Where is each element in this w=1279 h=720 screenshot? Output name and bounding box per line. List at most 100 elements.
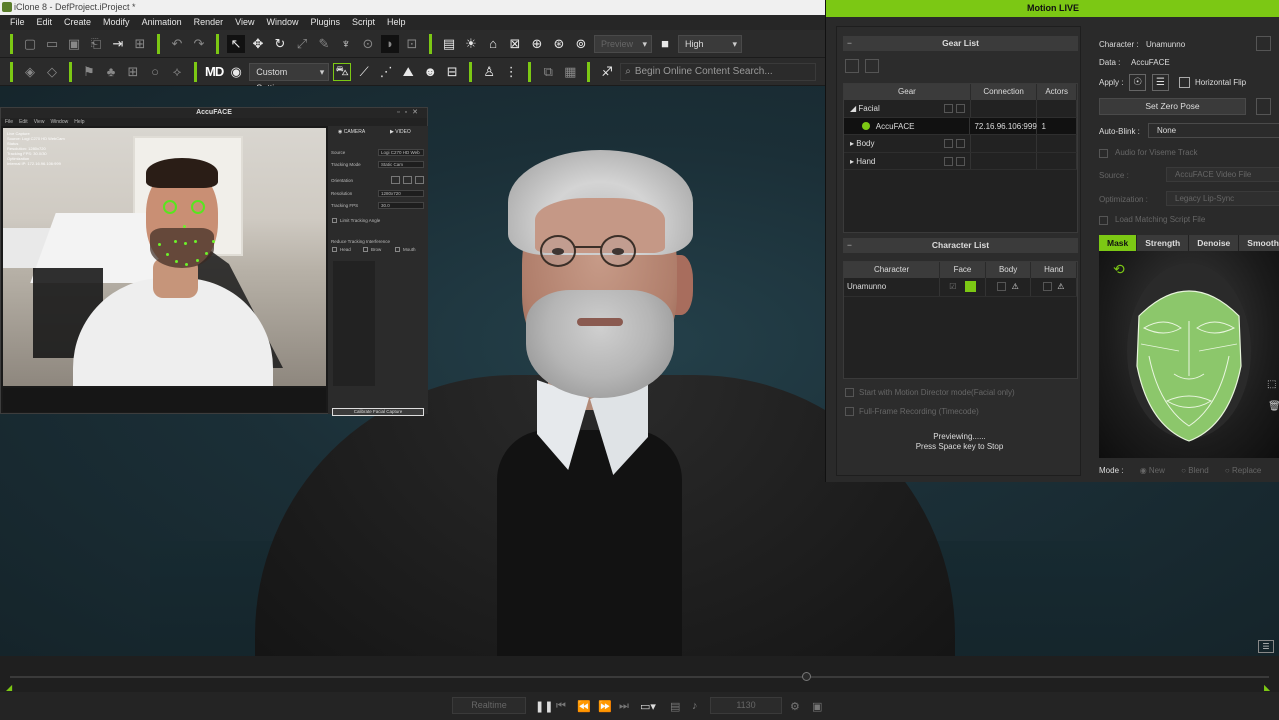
horizontal-flip-checkbox[interactable]: [1179, 77, 1190, 88]
zero-pose-preview-icon[interactable]: [1256, 98, 1271, 115]
light-icon[interactable]: ☀: [462, 35, 480, 53]
auto-blink-select[interactable]: None: [1148, 123, 1279, 138]
resolution-select[interactable]: 1280x720: [378, 190, 424, 197]
menu-edit[interactable]: Edit: [31, 15, 59, 30]
rotate-icon[interactable]: ↻: [271, 35, 289, 53]
apply-list-icon[interactable]: ☰: [1152, 74, 1169, 91]
frame-selected-icon[interactable]: ⊕: [528, 35, 546, 53]
fullscreen-icon[interactable]: ▣: [812, 700, 822, 713]
select-region-icon[interactable]: ⬚: [1267, 379, 1276, 390]
paint-icon[interactable]: ✎: [315, 35, 333, 53]
menu-help[interactable]: Help: [381, 15, 412, 30]
people-icon[interactable]: ☻: [421, 63, 439, 81]
accuface-menu-view[interactable]: View: [34, 118, 45, 126]
accuface-menu-window[interactable]: Window: [50, 118, 68, 126]
limit-angle-checkbox[interactable]: [332, 218, 337, 223]
settings-gear-icon[interactable]: ⚙: [790, 700, 800, 713]
add-device-icon[interactable]: [943, 139, 953, 149]
accuface-menu-edit[interactable]: Edit: [19, 118, 28, 126]
actor-icon[interactable]: ♙: [480, 63, 498, 81]
content-search-input[interactable]: ⌕ Begin Online Content Search...: [620, 62, 817, 81]
face-gear-assigned-icon[interactable]: [964, 281, 976, 293]
pause-icon[interactable]: ❚❚: [535, 700, 553, 713]
bone-icon[interactable]: ⟋: [355, 63, 373, 81]
motion-director-logo-icon[interactable]: MD: [205, 64, 224, 79]
orientation-flip-icon[interactable]: [415, 176, 424, 184]
face-mask-preview[interactable]: ⟲ ⬚ 🗑: [1099, 251, 1279, 458]
merge-icon[interactable]: ⊞: [131, 35, 149, 53]
orientation-rotate-right-icon[interactable]: [403, 176, 412, 184]
realtime-button[interactable]: Realtime: [452, 697, 526, 714]
accuface-window[interactable]: AccuFACE ▫▫✕ File Edit View Window Help …: [0, 107, 428, 416]
remove-device-icon[interactable]: [955, 139, 965, 149]
mode-new-radio[interactable]: ◉ New: [1140, 466, 1165, 475]
audio-note-icon[interactable]: ♪: [692, 700, 698, 712]
menu-file[interactable]: File: [4, 15, 31, 30]
terrain-icon[interactable]: ⛰: [399, 63, 417, 81]
fast-forward-icon[interactable]: ⏩: [598, 700, 612, 713]
character-row-unamunno[interactable]: Unamunno ☑ ⚠ ⚠: [844, 278, 1078, 297]
select-arrow-icon[interactable]: ↖: [227, 34, 245, 53]
gear-row-accuface[interactable]: AccuFACE 72.16.96.106:999 1: [844, 117, 1077, 135]
preview-dropdown[interactable]: Preview: [594, 34, 652, 53]
attach-icon[interactable]: ⊙: [359, 35, 377, 53]
camera-orbit-icon[interactable]: ⊛: [550, 35, 568, 53]
brow-checkbox[interactable]: [363, 247, 368, 252]
crowd-icon[interactable]: ♣: [102, 63, 120, 81]
loop-mode-icon[interactable]: ▭▾: [640, 700, 656, 713]
frame-number-field[interactable]: 1130: [710, 697, 782, 714]
gear-row-body[interactable]: ▸ Body: [844, 135, 1077, 153]
add-gear-icon[interactable]: [845, 59, 859, 73]
timeline-playhead[interactable]: [802, 672, 811, 681]
collapse-arrow-icon[interactable]: ◢: [850, 104, 856, 113]
face-checkbox[interactable]: ☑: [949, 282, 956, 291]
redo-icon[interactable]: ↷: [190, 35, 208, 53]
video-tab[interactable]: ▶ VIDEO: [390, 129, 411, 135]
keyframe-icon[interactable]: ◈: [21, 63, 39, 81]
mouth-checkbox[interactable]: [395, 247, 400, 252]
export-data-icon[interactable]: [1256, 36, 1271, 51]
expand-arrow-icon[interactable]: ▸: [850, 157, 854, 166]
camera-zoom-icon[interactable]: ⊚: [572, 35, 590, 53]
accuface-menu-file[interactable]: File: [5, 118, 13, 126]
previous-frame-icon[interactable]: ⏮: [556, 700, 566, 713]
camera-tab[interactable]: ◉ CAMERA: [338, 129, 365, 135]
quality-dropdown[interactable]: High: [678, 34, 742, 53]
cycle-icon[interactable]: ○: [146, 63, 164, 81]
accuface-window-buttons[interactable]: ▫▫✕: [397, 108, 423, 116]
hand-checkbox[interactable]: [1043, 282, 1052, 292]
menu-view[interactable]: View: [229, 15, 260, 30]
tracking-mode-select[interactable]: Static Cam: [378, 161, 424, 168]
set-zero-pose-button[interactable]: Set Zero Pose: [1099, 98, 1246, 115]
import-icon[interactable]: ⎗: [87, 35, 105, 53]
new-project-icon[interactable]: ▢: [21, 35, 39, 53]
ground-icon[interactable]: ◗: [381, 34, 399, 53]
grid-icon[interactable]: ⊞: [124, 63, 142, 81]
collapse-icon[interactable]: −: [847, 36, 852, 51]
motion-path-icon[interactable]: ⋰: [377, 63, 395, 81]
gear-row-hand[interactable]: ▸ Hand: [844, 152, 1077, 170]
optimization-select[interactable]: Legacy Lip-Sync: [1166, 191, 1279, 206]
open-project-icon[interactable]: ▭: [43, 35, 61, 53]
full-frame-checkbox[interactable]: [845, 407, 854, 416]
move-icon[interactable]: ✥: [249, 35, 267, 53]
body-checkbox[interactable]: [997, 282, 1007, 292]
curve-icon[interactable]: ◇: [43, 63, 61, 81]
collapse-icon[interactable]: −: [847, 238, 852, 253]
menu-modify[interactable]: Modify: [97, 15, 136, 30]
head-checkbox[interactable]: [332, 247, 337, 252]
custom-settings-dropdown[interactable]: Custom Settings: [249, 62, 330, 93]
reach-target-icon[interactable]: ⚑: [80, 63, 98, 81]
layer-icon[interactable]: ⧉: [539, 63, 557, 81]
apply-face-icon[interactable]: ☉: [1129, 74, 1146, 91]
expand-arrow-icon[interactable]: ▸: [850, 139, 854, 148]
mode-replace-radio[interactable]: ○ Replace: [1225, 466, 1261, 475]
layout-icon[interactable]: ▤: [440, 35, 458, 53]
undo-icon[interactable]: ↶: [168, 35, 186, 53]
subtitle-icon[interactable]: ▤: [670, 700, 680, 713]
menu-plugins[interactable]: Plugins: [305, 15, 347, 30]
menu-render[interactable]: Render: [188, 15, 230, 30]
add-device-icon[interactable]: [943, 156, 953, 166]
menu-animation[interactable]: Animation: [136, 15, 188, 30]
tab-mask[interactable]: Mask: [1099, 235, 1138, 251]
